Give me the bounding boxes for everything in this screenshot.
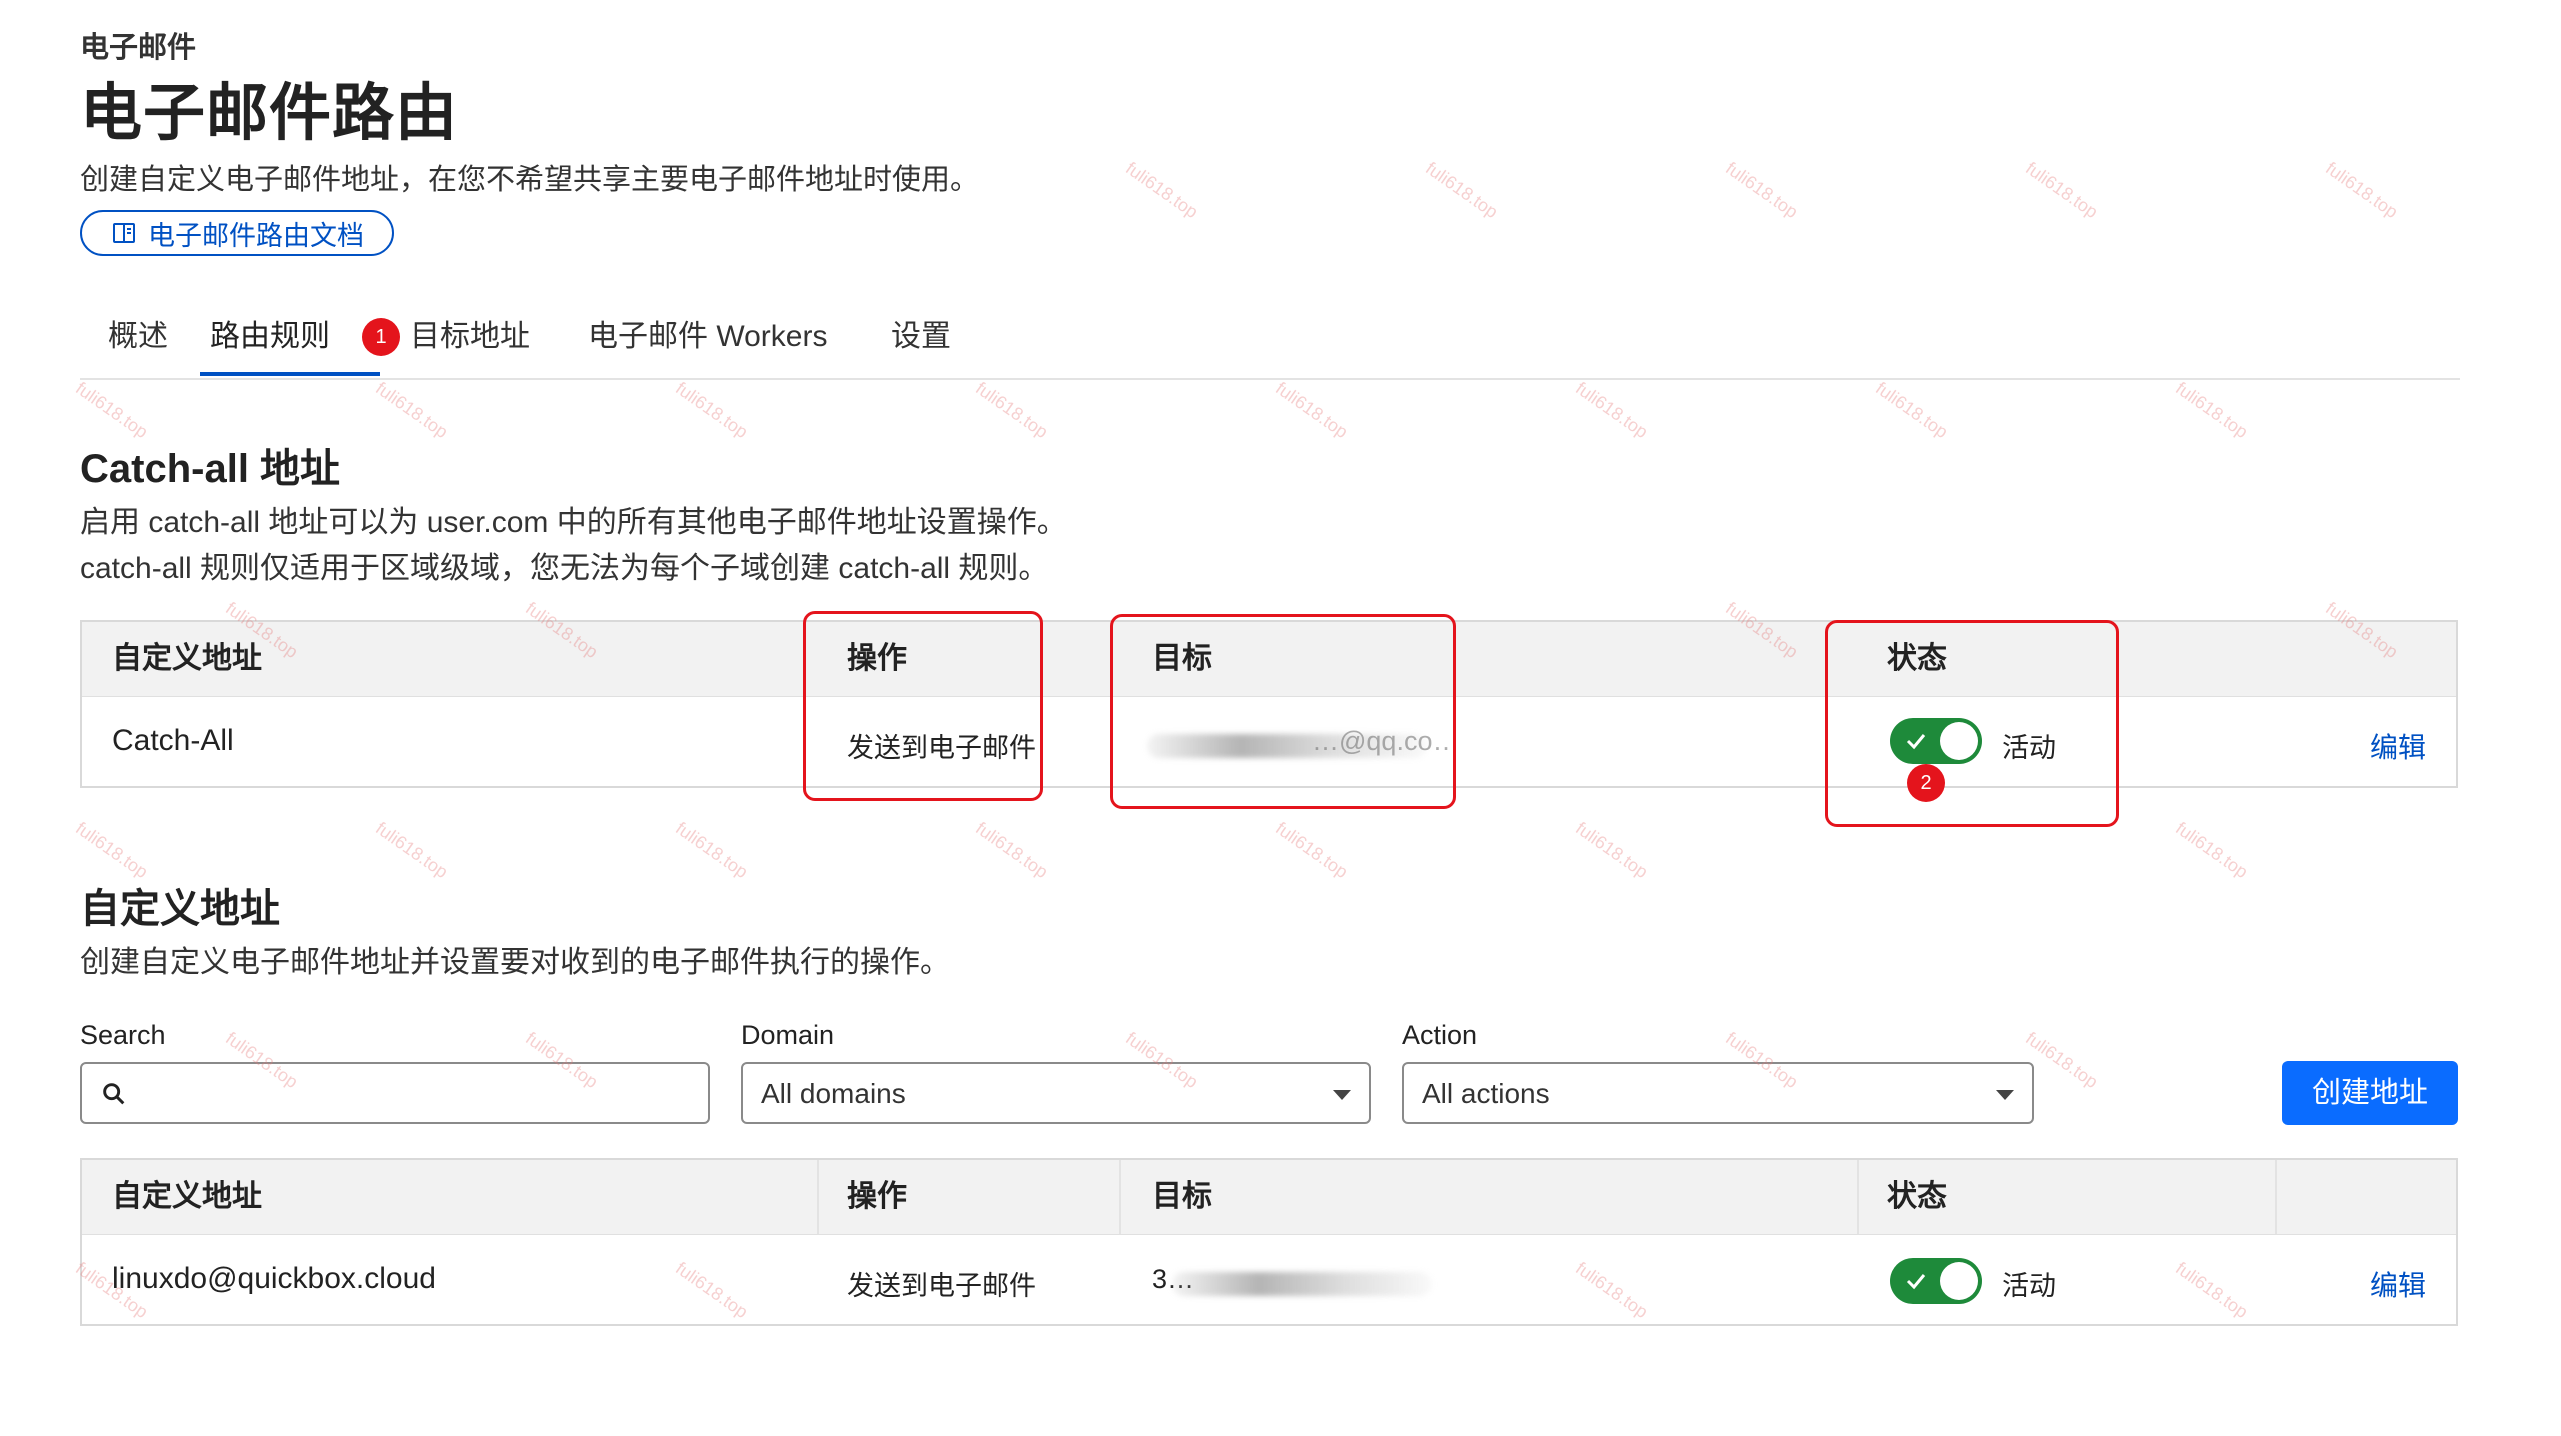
catch-all-heading: Catch-all 地址 bbox=[80, 447, 341, 491]
breadcrumb[interactable]: 电子邮件 bbox=[80, 24, 196, 66]
annotation-box-action bbox=[803, 611, 1043, 801]
watermark: fuli618.top bbox=[72, 378, 152, 443]
search-input[interactable] bbox=[80, 1062, 710, 1124]
page-title: 电子邮件路由 bbox=[80, 79, 459, 148]
chevron-down-icon bbox=[1996, 1090, 2014, 1100]
search-icon bbox=[103, 1083, 125, 1105]
toggle-knob bbox=[1940, 1262, 1978, 1300]
custom-addresses-description: 创建自定义电子邮件地址并设置要对收到的电子邮件执行的操作。 bbox=[80, 946, 950, 979]
domain-label: Domain bbox=[741, 1020, 835, 1050]
custom-action: 发送到电子邮件 bbox=[847, 1271, 1036, 1301]
custom-addresses-table: 自定义地址 操作 目标 状态 linuxdo@quickbox.cloud 发送… bbox=[80, 1158, 2458, 1326]
watermark: fuli618.top bbox=[1272, 818, 1352, 883]
column-header-status: 状态 bbox=[1887, 1180, 1947, 1213]
watermark: fuli618.top bbox=[2022, 158, 2102, 223]
column-divider bbox=[817, 1160, 819, 1234]
column-header-action: 操作 bbox=[847, 1180, 907, 1213]
column-divider bbox=[1857, 1160, 1859, 1234]
watermark: fuli618.top bbox=[1122, 158, 1202, 223]
watermark: fuli618.top bbox=[1872, 378, 1952, 443]
column-header-address: 自定义地址 bbox=[112, 1180, 262, 1213]
tab-email-workers[interactable]: 电子邮件 Workers bbox=[588, 310, 827, 376]
check-icon bbox=[1906, 1274, 1926, 1290]
page-description: 创建自定义电子邮件地址，在您不希望共享主要电子邮件地址时使用。 bbox=[80, 164, 980, 196]
catch-all-description-1: 启用 catch-all 地址可以为 user.com 中的所有其他电子邮件地址… bbox=[80, 506, 1067, 539]
watermark: fuli618.top bbox=[1572, 818, 1652, 883]
book-icon bbox=[113, 223, 135, 243]
column-header-address: 自定义地址 bbox=[112, 642, 262, 675]
domain-select[interactable]: All domains bbox=[741, 1062, 1371, 1124]
action-select[interactable]: All actions bbox=[1402, 1062, 2034, 1124]
action-select-value: All actions bbox=[1422, 1078, 1550, 1109]
redacted-target bbox=[1172, 1272, 1432, 1296]
watermark: fuli618.top bbox=[672, 378, 752, 443]
annotation-box-status bbox=[1825, 620, 2119, 827]
custom-status-toggle[interactable] bbox=[1890, 1258, 1982, 1304]
catch-all-edit-link[interactable]: 编辑 bbox=[2370, 726, 2426, 766]
tab-overview[interactable]: 概述 bbox=[108, 310, 168, 376]
watermark: fuli618.top bbox=[2322, 158, 2402, 223]
watermark: fuli618.top bbox=[1272, 378, 1352, 443]
annotation-badge-2: 2 bbox=[1907, 764, 1945, 802]
watermark: fuli618.top bbox=[1722, 158, 1802, 223]
create-address-button[interactable]: 创建地址 bbox=[2282, 1061, 2458, 1125]
watermark: fuli618.top bbox=[1422, 158, 1502, 223]
watermark: fuli618.top bbox=[72, 818, 152, 883]
domain-select-value: All domains bbox=[761, 1078, 906, 1109]
column-divider bbox=[2275, 1160, 2277, 1234]
catch-all-description-2: catch-all 规则仅适用于区域级域，您无法为每个子域创建 catch-al… bbox=[80, 552, 1049, 585]
watermark: fuli618.top bbox=[372, 818, 452, 883]
watermark: fuli618.top bbox=[672, 818, 752, 883]
tab-routing-rules[interactable]: 路由规则 bbox=[200, 310, 380, 376]
watermark: fuli618.top bbox=[372, 378, 452, 443]
tab-bar: 概述 路由规则 1 目标地址 电子邮件 Workers 设置 bbox=[80, 300, 2460, 380]
watermark: fuli618.top bbox=[2172, 378, 2252, 443]
custom-addresses-heading: 自定义地址 bbox=[80, 887, 280, 931]
chevron-down-icon bbox=[1333, 1090, 1351, 1100]
docs-link-label: 电子邮件路由文档 bbox=[148, 220, 364, 251]
custom-address: linuxdo@quickbox.cloud bbox=[112, 1262, 436, 1295]
catch-all-address: Catch-All bbox=[112, 724, 234, 757]
tab-settings[interactable]: 设置 bbox=[891, 310, 951, 376]
column-divider bbox=[1119, 1160, 1121, 1234]
watermark: fuli618.top bbox=[1572, 378, 1652, 443]
custom-status-label: 活动 bbox=[2002, 1271, 2056, 1301]
annotation-box-target bbox=[1110, 614, 1456, 809]
column-header-target: 目标 bbox=[1152, 1180, 1212, 1213]
annotation-badge-1: 1 bbox=[362, 318, 400, 356]
search-label: Search bbox=[80, 1020, 166, 1050]
docs-link-button[interactable]: 电子邮件路由文档 bbox=[80, 210, 394, 256]
watermark: fuli618.top bbox=[972, 378, 1052, 443]
custom-edit-link[interactable]: 编辑 bbox=[2370, 1264, 2426, 1304]
watermark: fuli618.top bbox=[2172, 818, 2252, 883]
table-header: 自定义地址 操作 目标 状态 bbox=[82, 1160, 2456, 1235]
action-label: Action bbox=[1402, 1020, 1478, 1050]
tab-destination-addresses[interactable]: 目标地址 bbox=[410, 310, 530, 376]
watermark: fuli618.top bbox=[972, 818, 1052, 883]
